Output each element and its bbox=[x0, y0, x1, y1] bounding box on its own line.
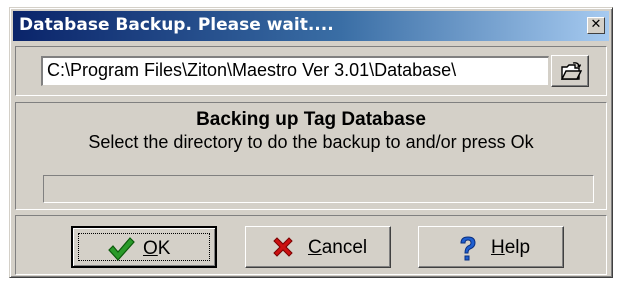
close-button[interactable]: ✕ bbox=[587, 17, 605, 34]
backup-path-input[interactable]: C:\Program Files\Ziton\Maestro Ver 3.01\… bbox=[41, 56, 549, 86]
status-instructions: Select the directory to do the backup to… bbox=[88, 132, 534, 152]
title-bar[interactable]: Database Backup. Please wait.... ✕ bbox=[13, 11, 609, 41]
status-panel: Backing up Tag Database Select the direc… bbox=[15, 102, 607, 210]
ok-button[interactable]: OK bbox=[71, 226, 217, 268]
close-icon: ✕ bbox=[590, 17, 602, 32]
ok-label: OK bbox=[143, 238, 171, 259]
help-label: Help bbox=[491, 237, 531, 258]
open-folder-icon bbox=[560, 62, 582, 80]
question-mark-icon bbox=[460, 236, 476, 261]
button-panel: OK Cancel Help bbox=[15, 215, 607, 275]
cancel-label: Cancel bbox=[308, 237, 368, 258]
browse-folder-button[interactable] bbox=[551, 55, 589, 87]
path-panel: C:\Program Files\Ziton\Maestro Ver 3.01\… bbox=[15, 46, 607, 96]
status-title: Backing up Tag Database bbox=[196, 109, 426, 130]
backup-progress-bar bbox=[43, 175, 594, 203]
window-title: Database Backup. Please wait.... bbox=[19, 15, 334, 35]
x-mark-icon bbox=[273, 237, 293, 257]
checkmark-icon bbox=[108, 237, 135, 261]
backup-dialog: Database Backup. Please wait.... ✕ C:\Pr… bbox=[9, 7, 613, 278]
help-button[interactable]: Help bbox=[418, 226, 564, 268]
cancel-button[interactable]: Cancel bbox=[245, 226, 391, 268]
